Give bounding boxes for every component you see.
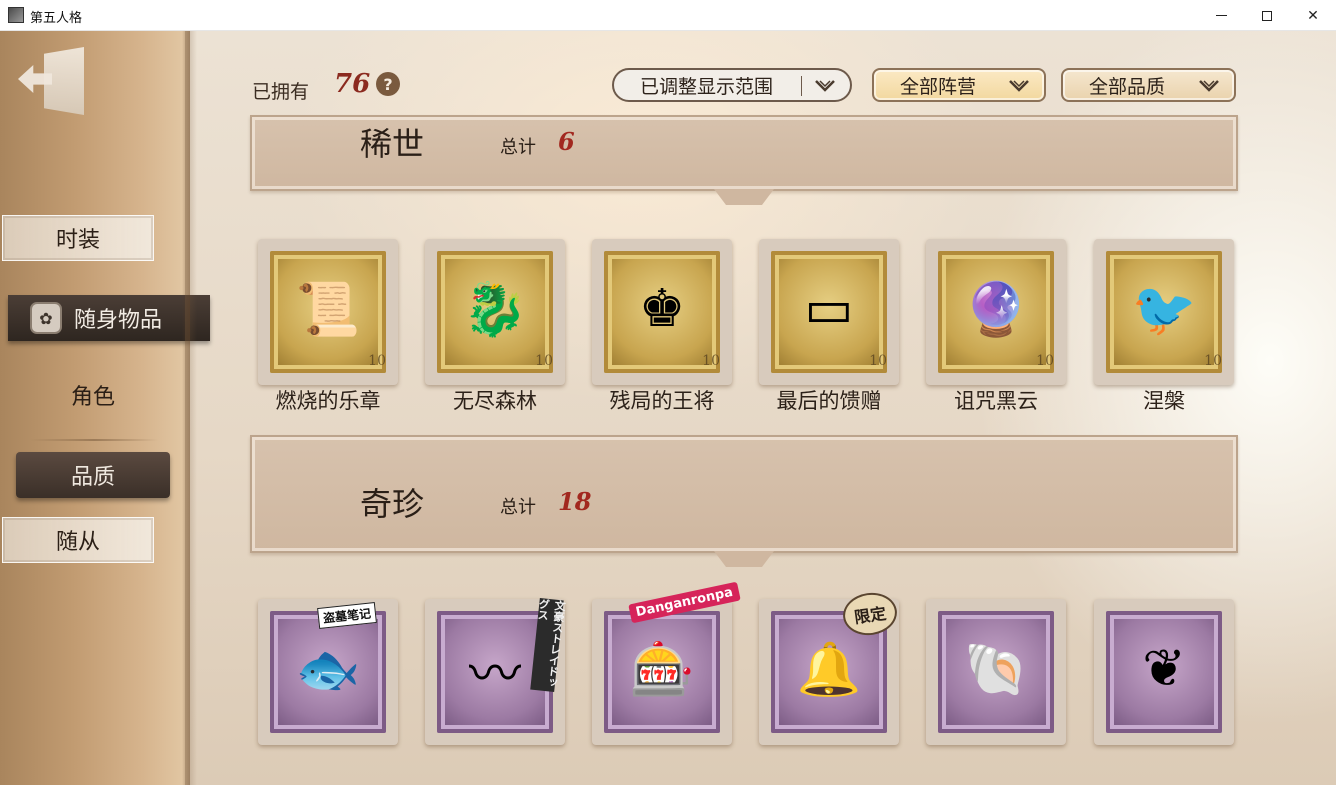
item-label: 诅咒黑云 [954, 389, 1038, 413]
chevron-down-icon [815, 80, 835, 92]
stamp-value: 10 [1036, 353, 1054, 369]
section-total: 18 [558, 487, 592, 516]
paper-edge [185, 31, 197, 785]
item-label: 涅槃 [1143, 389, 1185, 413]
item-card[interactable]: 🔔 限定 [759, 589, 900, 775]
nav-item-outfit[interactable]: 时装 [2, 215, 154, 261]
item-card[interactable]: 10 ▭ 最后的馈赠 [759, 239, 899, 415]
section-banner-rare: 稀世 总计 6 [250, 115, 1238, 205]
nav-item-label: 角色 [70, 385, 115, 410]
section-title: 稀世 [360, 125, 425, 163]
harmonica-icon: ▭ [804, 279, 854, 339]
item-label: 无尽森林 [453, 389, 537, 413]
section-title: 奇珍 [360, 485, 425, 523]
chevron-down-icon [1009, 80, 1029, 92]
range-filter-dropdown[interactable]: 已调整显示范围 [612, 68, 852, 102]
maximize-icon [1262, 10, 1272, 21]
item-card[interactable]: 10 🔮 诅咒黑云 [926, 239, 1066, 415]
dragon-lamp-icon: 🐉 [462, 279, 528, 340]
item-card[interactable]: 🐟 盗墓笔记 [258, 599, 398, 775]
quality-filter-label: 全部品质 [1089, 75, 1166, 98]
stamp-value: 10 [1204, 353, 1222, 369]
nav-divider [30, 439, 158, 441]
item-card[interactable]: 🐚 [926, 599, 1066, 775]
stamp-value: 10 [368, 353, 386, 369]
sidebar: 时装 ✿ 随身物品 角色 品质 随从 [0, 31, 210, 785]
owned-label: 已拥有 [252, 81, 310, 103]
item-label: 燃烧的乐章 [275, 389, 381, 413]
dropdown-separator [801, 76, 802, 96]
nav-item-label: 随身物品 [74, 308, 163, 333]
quality-filter-dropdown[interactable]: 全部品质 [1061, 68, 1236, 102]
phoenix-icon: 🐦 [1131, 279, 1197, 340]
close-button[interactable]: ✕ [1290, 0, 1336, 31]
stamp-value: 10 [702, 353, 720, 369]
nav-item-accessories[interactable]: ✿ 随身物品 [8, 295, 210, 341]
game-view: 时装 ✿ 随身物品 角色 品质 随从 已拥有 76 ? 已调整显示范围 全部阵营… [0, 31, 1336, 785]
chevron-down-icon [1199, 80, 1219, 92]
emblem-icon: ✿ [30, 302, 62, 334]
camp-filter-dropdown[interactable]: 全部阵营 [872, 68, 1046, 102]
maximize-button[interactable] [1244, 0, 1290, 31]
banner-notch [714, 551, 774, 567]
item-card[interactable]: 10 🐉 无尽森林 [425, 239, 565, 415]
slot-machine-icon: 🎰 [629, 639, 695, 700]
exit-button[interactable] [18, 43, 86, 117]
item-card[interactable]: 10 📜 燃烧的乐章 [258, 239, 398, 415]
item-card[interactable]: ❦ [1094, 599, 1234, 775]
help-icon[interactable]: ? [376, 72, 400, 96]
nav-item-label: 时装 [55, 228, 100, 253]
section-total-label: 总计 [500, 137, 536, 158]
section-banner-curio: 奇珍 总计 18 [250, 435, 1238, 567]
section-total: 6 [558, 127, 575, 156]
nav-item-character[interactable]: 角色 [18, 372, 168, 418]
item-card[interactable]: 〰 文豪ストレイドッグス [425, 598, 567, 775]
nav-item-label: 随从 [55, 530, 100, 555]
minimize-button[interactable] [1198, 0, 1244, 31]
item-label: 残局的王将 [609, 389, 715, 413]
tail-icon: 〰 [468, 644, 521, 705]
owned-count: 76 [334, 69, 371, 99]
nav-item-follower[interactable]: 随从 [2, 517, 154, 563]
minimize-icon [1215, 15, 1227, 16]
wreath-icon: ❦ [1142, 639, 1186, 699]
section-total-label: 总计 [500, 497, 536, 518]
app-icon [8, 7, 24, 23]
fish-icon: 🐟 [295, 639, 361, 700]
nav-item-label: 品质 [70, 465, 115, 490]
nav-item-quality[interactable]: 品质 [16, 452, 170, 498]
collab-tag: 文豪ストレイドッグス [530, 598, 567, 693]
banner-notch [714, 189, 774, 205]
window-title: 第五人格 [30, 11, 83, 26]
chess-king-icon: ♚ [638, 279, 686, 339]
stamp-value: 10 [869, 353, 887, 369]
crystal-ball-icon: 🔮 [963, 279, 1029, 340]
item-card[interactable]: 🎰 Danganronpa [592, 581, 741, 775]
camp-filter-label: 全部阵营 [900, 75, 977, 98]
close-icon: ✕ [1307, 7, 1319, 24]
stamp-value: 10 [535, 353, 553, 369]
item-card[interactable]: 10 ♚ 残局的王将 [592, 239, 732, 415]
range-filter-label: 已调整显示范围 [640, 75, 774, 98]
window-titlebar: 第五人格 ✕ [0, 0, 1336, 31]
scroll-icon: 📜 [295, 279, 361, 340]
item-card[interactable]: 10 🐦 涅槃 [1094, 239, 1234, 415]
item-label: 最后的馈赠 [776, 389, 882, 413]
bell-icon: 🔔 [796, 639, 862, 700]
shell-pearl-icon: 🐚 [963, 639, 1029, 700]
